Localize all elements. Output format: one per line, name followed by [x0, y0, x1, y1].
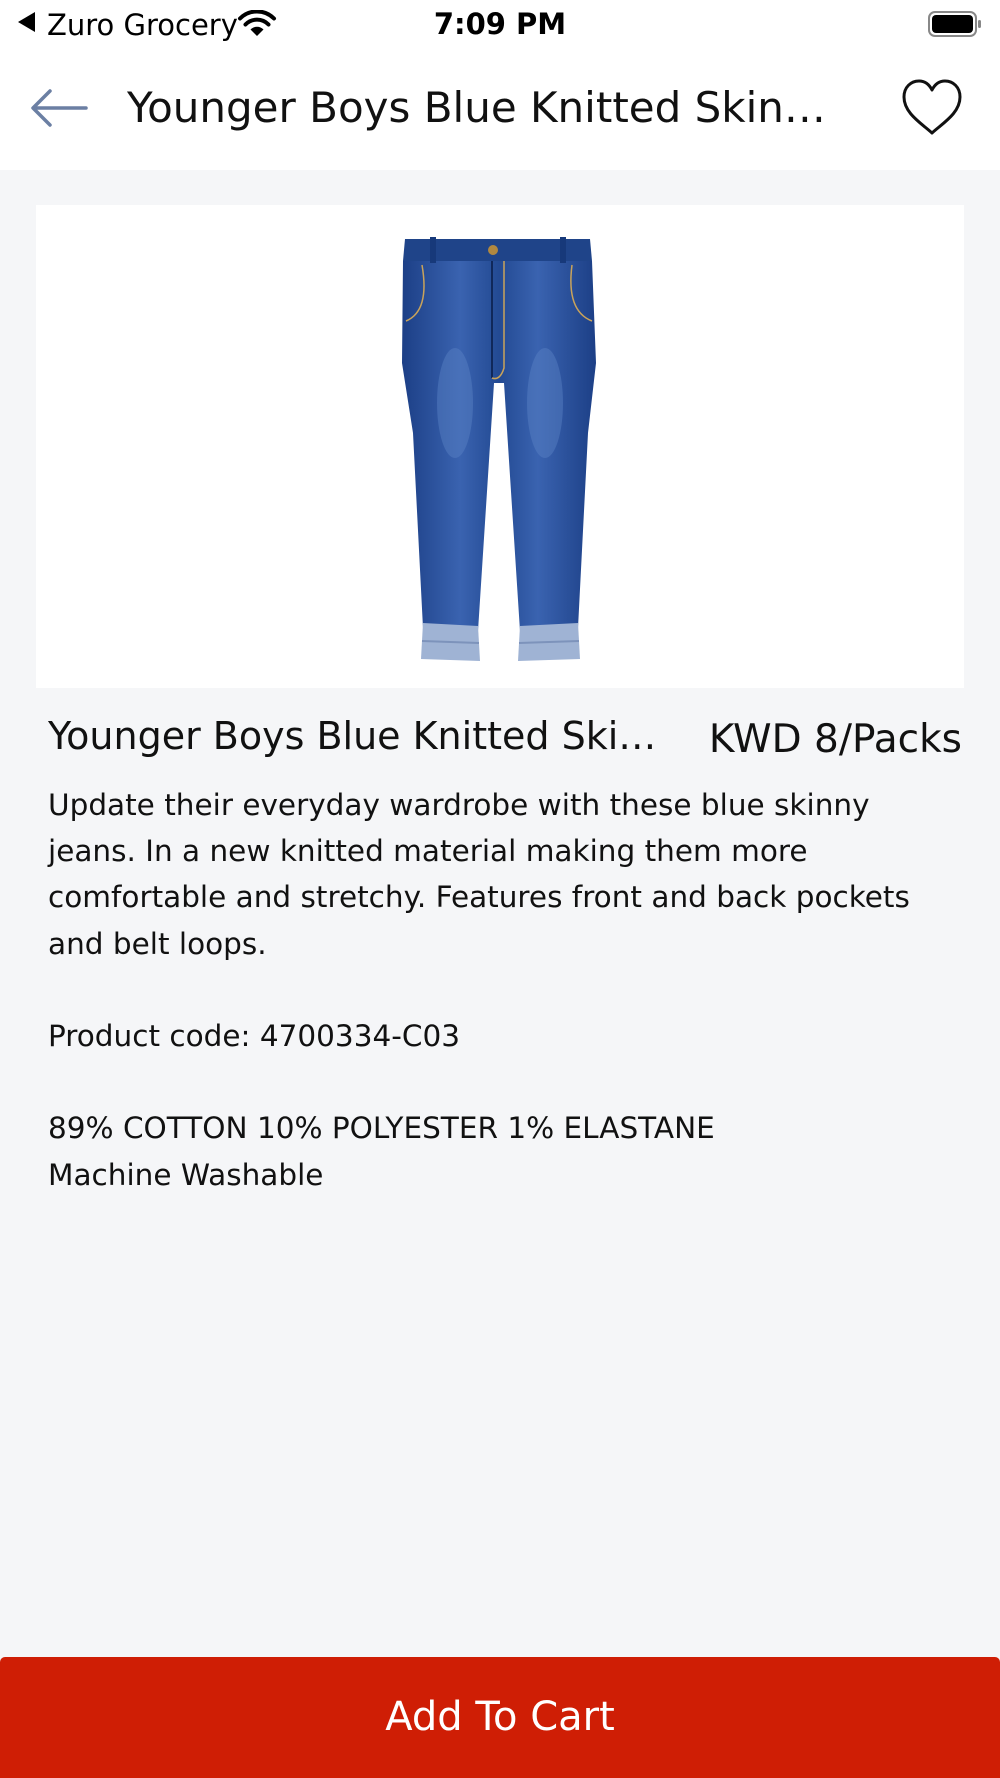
care-instructions: Machine Washable: [48, 1157, 324, 1192]
favorite-button[interactable]: [899, 78, 965, 138]
status-bar: Zuro Grocery 7:09 PM: [0, 0, 1000, 50]
page-title: Younger Boys Blue Knitted Skinny Jeans: [127, 83, 847, 132]
description-text: Update their everyday wardrobe with thes…: [48, 788, 910, 961]
material-composition: 89% COTTON 10% POLYESTER 1% ELASTANE: [48, 1111, 715, 1146]
product-image-card[interactable]: [36, 205, 964, 688]
add-to-cart-button[interactable]: Add To Cart: [0, 1657, 1000, 1778]
battery-icon: [928, 11, 981, 37]
product-image-jeans: [402, 237, 596, 661]
back-button[interactable]: [28, 78, 94, 138]
navigation-bar: Younger Boys Blue Knitted Skinny Jeans: [0, 50, 1000, 170]
product-price: KWD 8/Packs: [708, 717, 962, 762]
product-code: Product code: 4700334-C03: [48, 1019, 461, 1053]
status-time: 7:09 PM: [433, 7, 567, 41]
heart-outline-icon: [902, 79, 962, 135]
product-name: Younger Boys Blue Knitted Skinny Jeans: [48, 714, 668, 758]
product-description: Update their everyday wardrobe with thes…: [48, 782, 953, 1198]
back-arrow-icon: [31, 89, 88, 127]
